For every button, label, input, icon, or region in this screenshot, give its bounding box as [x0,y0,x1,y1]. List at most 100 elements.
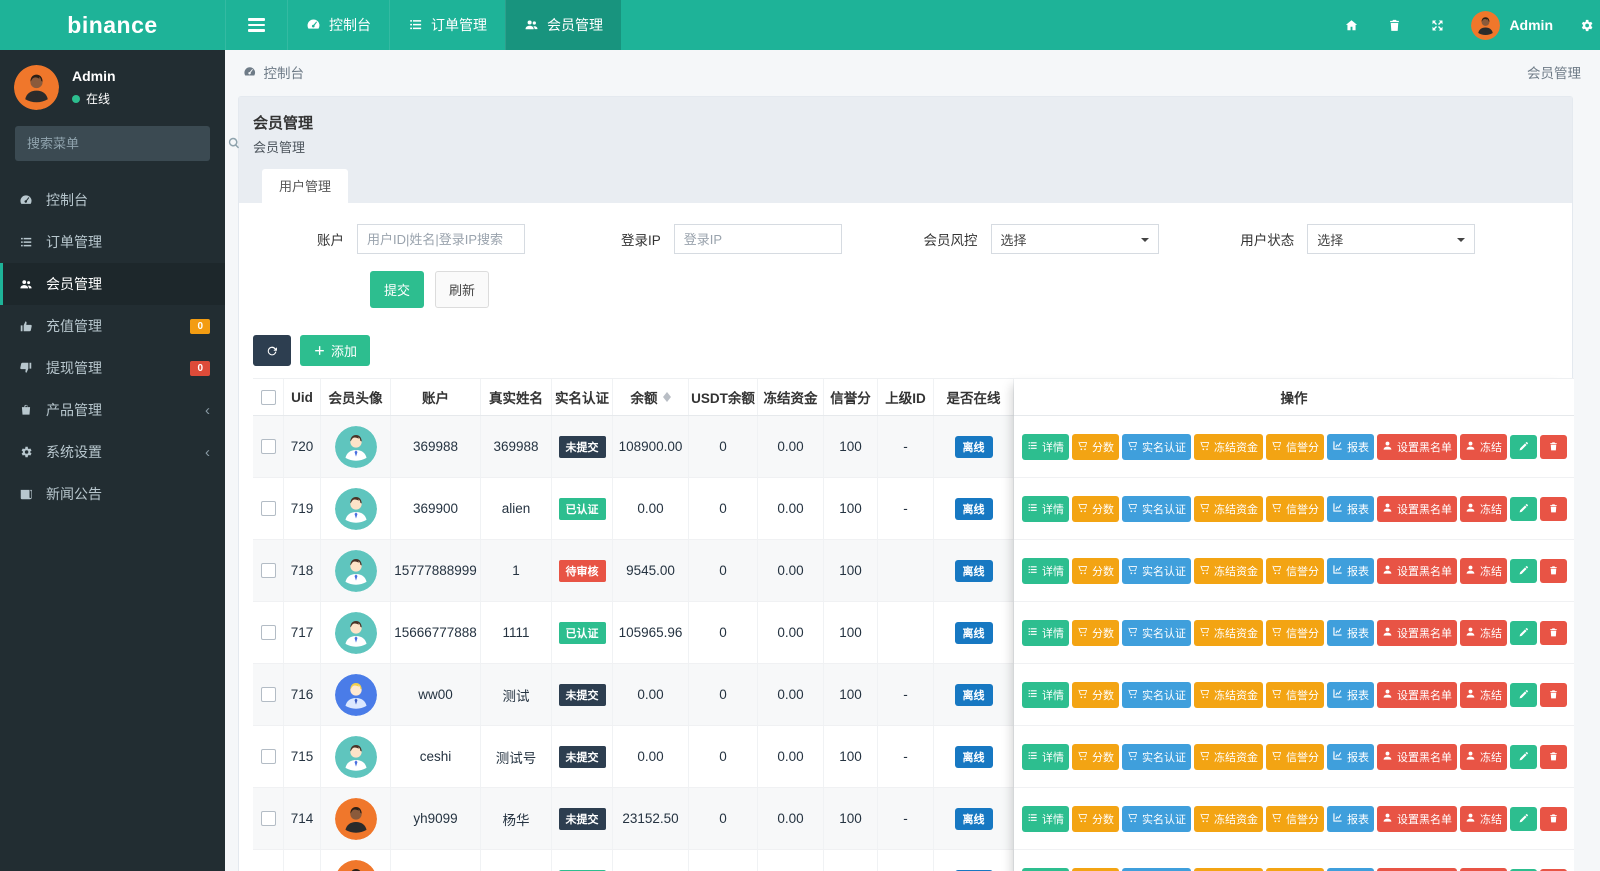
sidebar-item-8[interactable]: 新闻公告 [0,473,225,515]
score-button[interactable]: 分数 [1072,620,1119,646]
account-search-input[interactable] [357,224,525,254]
sidebar-toggle-button[interactable] [225,0,287,50]
realname-auth-button[interactable]: 实名认证 [1122,620,1191,646]
edit-button[interactable] [1510,683,1537,707]
sidebar-item-4[interactable]: 充值管理0 [0,305,225,347]
user-state-select[interactable]: 选择 [1307,224,1475,254]
row-checkbox[interactable] [261,687,276,702]
blacklist-button[interactable]: 设置黑名单 [1377,868,1457,871]
select-all-checkbox[interactable] [261,390,276,405]
freeze-funds-button[interactable]: 冻结资金 [1194,558,1263,584]
freeze-funds-button[interactable]: 冻结资金 [1194,744,1263,770]
detail-button[interactable]: 详情 [1022,868,1069,871]
fullscreen-icon[interactable] [1416,0,1459,50]
sidebar-item-6[interactable]: 产品管理‹ [0,389,225,431]
realname-auth-button[interactable]: 实名认证 [1122,558,1191,584]
score-button[interactable]: 分数 [1072,434,1119,460]
edit-button[interactable] [1510,807,1537,831]
freeze-funds-button[interactable]: 冻结资金 [1194,682,1263,708]
realname-auth-button[interactable]: 实名认证 [1122,682,1191,708]
refresh-button[interactable]: 刷新 [435,271,489,308]
freeze-funds-button[interactable]: 冻结资金 [1194,434,1263,460]
report-button[interactable]: 报表 [1327,558,1374,584]
score-button[interactable]: 分数 [1072,806,1119,832]
freeze-funds-button[interactable]: 冻结资金 [1194,620,1263,646]
credit-score-button[interactable]: 信誉分 [1266,496,1324,522]
report-button[interactable]: 报表 [1327,868,1374,871]
sidebar-item-3[interactable]: 会员管理 [0,263,225,305]
freeze-button[interactable]: 冻结 [1460,806,1507,832]
credit-score-button[interactable]: 信誉分 [1266,558,1324,584]
detail-button[interactable]: 详情 [1022,496,1069,522]
credit-score-button[interactable]: 信誉分 [1266,682,1324,708]
report-button[interactable]: 报表 [1327,620,1374,646]
delete-button[interactable] [1540,745,1567,769]
submit-button[interactable]: 提交 [370,271,424,308]
detail-button[interactable]: 详情 [1022,558,1069,584]
breadcrumb-left[interactable]: 控制台 [264,62,305,82]
freeze-button[interactable]: 冻结 [1460,496,1507,522]
score-button[interactable]: 分数 [1072,496,1119,522]
credit-score-button[interactable]: 信誉分 [1266,744,1324,770]
detail-button[interactable]: 详情 [1022,620,1069,646]
top-nav-tab-3[interactable]: 会员管理 [505,0,621,50]
sidebar-item-7[interactable]: 系统设置‹ [0,431,225,473]
edit-button[interactable] [1510,621,1537,645]
score-button[interactable]: 分数 [1072,558,1119,584]
freeze-button[interactable]: 冻结 [1460,558,1507,584]
credit-score-button[interactable]: 信誉分 [1266,868,1324,871]
realname-auth-button[interactable]: 实名认证 [1122,496,1191,522]
blacklist-button[interactable]: 设置黑名单 [1377,496,1457,522]
freeze-button[interactable]: 冻结 [1460,682,1507,708]
menu-search-input[interactable] [15,136,215,151]
credit-score-button[interactable]: 信誉分 [1266,806,1324,832]
report-button[interactable]: 报表 [1327,434,1374,460]
blacklist-button[interactable]: 设置黑名单 [1377,620,1457,646]
edit-button[interactable] [1510,497,1537,521]
delete-button[interactable] [1540,497,1567,521]
row-checkbox[interactable] [261,439,276,454]
detail-button[interactable]: 详情 [1022,434,1069,460]
row-checkbox[interactable] [261,563,276,578]
detail-button[interactable]: 详情 [1022,744,1069,770]
member-risk-select[interactable]: 选择 [991,224,1159,254]
edit-button[interactable] [1510,435,1537,459]
realname-auth-button[interactable]: 实名认证 [1122,744,1191,770]
delete-button[interactable] [1540,559,1567,583]
realname-auth-button[interactable]: 实名认证 [1122,434,1191,460]
add-member-button[interactable]: 添加 [300,335,370,366]
credit-score-button[interactable]: 信誉分 [1266,434,1324,460]
blacklist-button[interactable]: 设置黑名单 [1377,434,1457,460]
sort-icon[interactable] [663,388,671,406]
row-checkbox[interactable] [261,811,276,826]
freeze-button[interactable]: 冻结 [1460,620,1507,646]
blacklist-button[interactable]: 设置黑名单 [1377,558,1457,584]
score-button[interactable]: 分数 [1072,868,1119,871]
home-icon[interactable] [1330,0,1373,50]
score-button[interactable]: 分数 [1072,682,1119,708]
top-nav-tab-1[interactable]: 控制台 [287,0,389,50]
freeze-button[interactable]: 冻结 [1460,744,1507,770]
freeze-button[interactable]: 冻结 [1460,434,1507,460]
delete-button[interactable] [1540,621,1567,645]
freeze-funds-button[interactable]: 冻结资金 [1194,868,1263,871]
detail-button[interactable]: 详情 [1022,806,1069,832]
blacklist-button[interactable]: 设置黑名单 [1377,806,1457,832]
row-checkbox[interactable] [261,625,276,640]
score-button[interactable]: 分数 [1072,744,1119,770]
search-icon[interactable] [215,136,253,152]
realname-auth-button[interactable]: 实名认证 [1122,806,1191,832]
table-reload-button[interactable] [253,335,291,366]
trash-icon[interactable] [1373,0,1416,50]
report-button[interactable]: 报表 [1327,806,1374,832]
gear-icon[interactable] [1565,0,1598,50]
row-checkbox[interactable] [261,501,276,516]
report-button[interactable]: 报表 [1327,682,1374,708]
tab-user-management[interactable]: 用户管理 [262,169,348,203]
navbar-user-menu[interactable]: Admin [1459,11,1565,40]
freeze-funds-button[interactable]: 冻结资金 [1194,496,1263,522]
report-button[interactable]: 报表 [1327,744,1374,770]
top-nav-tab-2[interactable]: 订单管理 [389,0,505,50]
delete-button[interactable] [1540,807,1567,831]
freeze-funds-button[interactable]: 冻结资金 [1194,806,1263,832]
